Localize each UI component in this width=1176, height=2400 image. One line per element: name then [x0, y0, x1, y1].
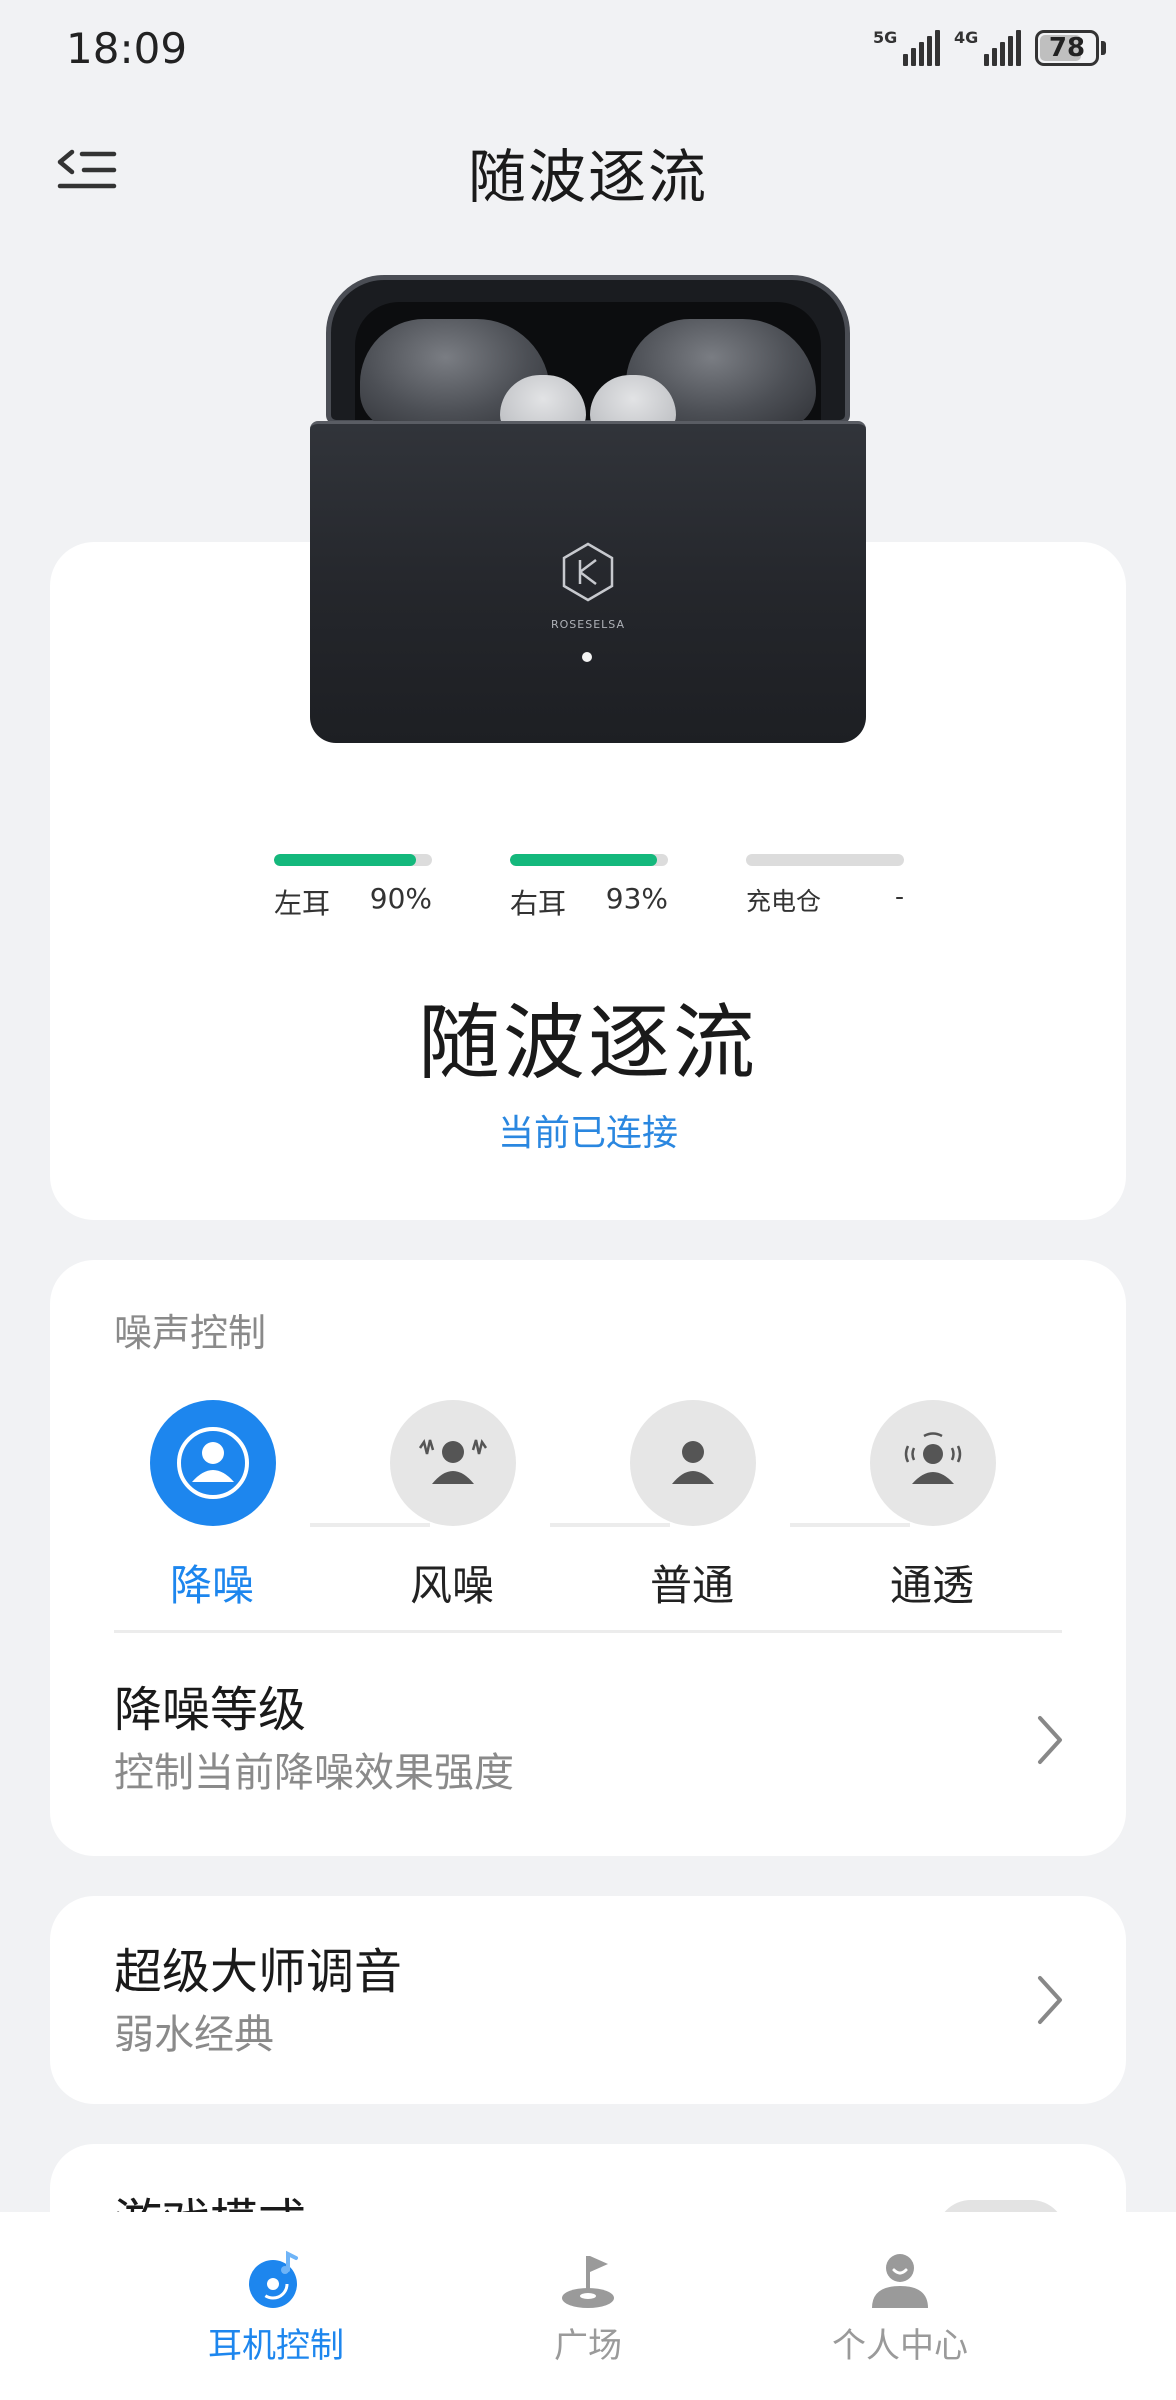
signal-4g-icon: 4G — [954, 30, 1021, 66]
nav-label: 耳机控制 — [208, 2326, 344, 2366]
app-screen: 18:09 5G 4G 78 随波逐流 左耳 90% 右耳 93% 充电仓 - … — [0, 0, 1176, 2400]
master-tuning-subtitle: 弱水经典 — [114, 2012, 274, 2058]
noise-control-card: 噪声控制 降噪 风噪 普通 通透 降噪等级 控制当前降噪效果强度 — [50, 1260, 1126, 1856]
wind-noise-icon — [418, 1438, 488, 1484]
battery-percent: 78 — [1048, 33, 1086, 63]
chevron-right-icon — [1030, 1710, 1070, 1770]
nav-plaza[interactable]: 广场 — [468, 2248, 708, 2388]
device-name: 随波逐流 — [417, 996, 758, 1091]
page-title: 随波逐流 — [467, 143, 708, 211]
charging-case-label: 充电仓 — [746, 887, 822, 916]
bottom-navigation: 耳机控制 广场 个人中心 — [0, 2212, 1176, 2400]
chevron-right-icon — [1030, 1970, 1070, 2030]
mode-label: 通透 — [889, 1561, 974, 1610]
nav-headphone-control[interactable]: 耳机控制 — [156, 2248, 396, 2388]
normal-mode-icon — [672, 1441, 714, 1484]
headphone-control-icon — [244, 2248, 308, 2312]
case-led-indicator — [582, 652, 592, 662]
mode-label: 降噪 — [169, 1561, 254, 1610]
noise-control-title: 噪声控制 — [114, 1311, 267, 1355]
battery-levels: 左耳 90% 右耳 93% 充电仓 - — [274, 854, 924, 924]
transparency-icon — [904, 1432, 962, 1484]
battery-icon: 78 — [1035, 30, 1106, 66]
noise-level-subtitle: 控制当前降噪效果强度 — [114, 1750, 514, 1796]
status-indicators: 5G 4G 78 — [873, 30, 1106, 66]
master-tuning-title: 超级大师调音 — [114, 1944, 403, 2000]
mode-normal[interactable]: 普通 — [592, 1400, 792, 1610]
right-earbud-battery: 右耳 93% — [510, 854, 668, 922]
earbuds-case-image: ROSESELSA — [310, 275, 866, 745]
brand-logo-icon — [562, 542, 614, 602]
network-type-label: 4G — [954, 28, 979, 47]
divider — [114, 1630, 1062, 1633]
signal-5g-icon: 5G — [873, 30, 940, 66]
nav-label: 广场 — [554, 2326, 622, 2366]
noise-cancel-icon — [177, 1427, 249, 1499]
mode-wind-noise[interactable]: 风噪 — [352, 1400, 552, 1610]
connection-status: 当前已连接 — [497, 1113, 678, 1154]
left-earbud-battery: 左耳 90% — [274, 854, 432, 922]
right-earbud-percent: 93% — [605, 882, 668, 915]
mode-label: 普通 — [649, 1561, 734, 1610]
plaza-icon — [556, 2248, 620, 2312]
status-bar: 18:09 5G 4G 78 — [0, 0, 1176, 100]
mode-noise-cancel[interactable]: 降噪 — [112, 1400, 312, 1610]
nav-label: 个人中心 — [832, 2326, 968, 2366]
charging-case-battery: 充电仓 - — [746, 854, 904, 918]
noise-mode-selector: 降噪 风噪 普通 通透 — [50, 1400, 1126, 1610]
master-tuning-card[interactable]: 超级大师调音 弱水经典 — [50, 1896, 1126, 2104]
left-earbud-label: 左耳 — [274, 887, 331, 920]
right-earbud-label: 右耳 — [510, 887, 567, 920]
mode-label: 风噪 — [409, 1561, 494, 1610]
nav-profile[interactable]: 个人中心 — [780, 2248, 1020, 2388]
left-earbud-percent: 90% — [369, 882, 432, 915]
charging-case-percent: - — [894, 882, 904, 911]
mode-transparency[interactable]: 通透 — [832, 1400, 1032, 1610]
status-time: 18:09 — [66, 24, 188, 73]
network-type-label: 5G — [873, 28, 898, 47]
profile-icon — [868, 2248, 932, 2312]
right-battery-bar — [510, 854, 657, 866]
noise-level-title: 降噪等级 — [114, 1682, 307, 1738]
app-header: 随波逐流 — [0, 110, 1176, 230]
left-battery-bar — [274, 854, 417, 866]
case-brand-text: ROSESELSA — [550, 618, 625, 631]
